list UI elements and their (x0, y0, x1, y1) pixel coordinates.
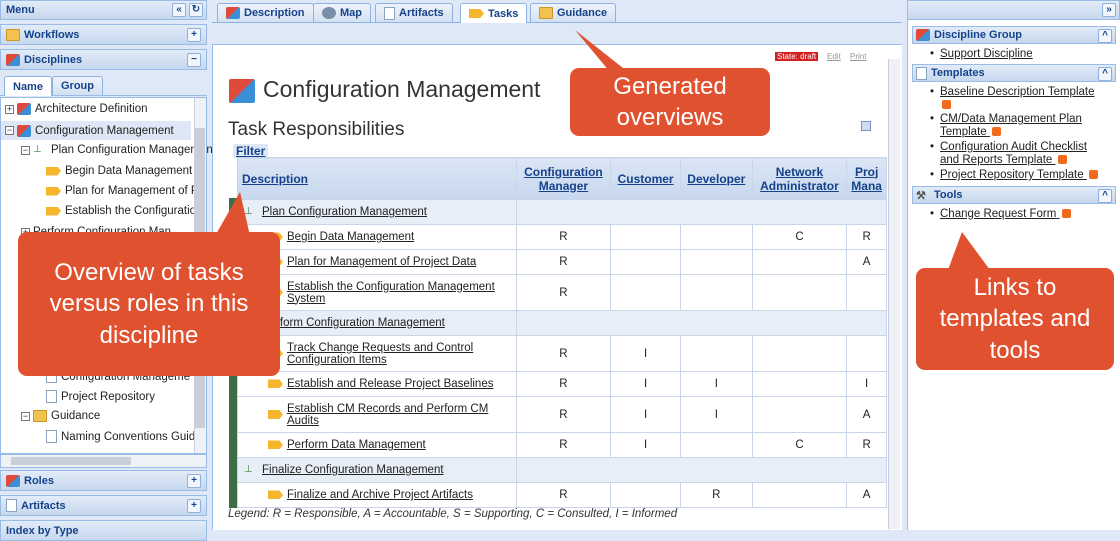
arrow-generated (575, 30, 628, 72)
arrow-overview (215, 192, 250, 236)
callout-generated: Generated overviews (570, 68, 770, 136)
callout-links: Links to templates and tools (916, 268, 1114, 370)
arrow-links (948, 232, 990, 270)
callout-overview: Overview of tasks versus roles in this d… (18, 232, 280, 376)
